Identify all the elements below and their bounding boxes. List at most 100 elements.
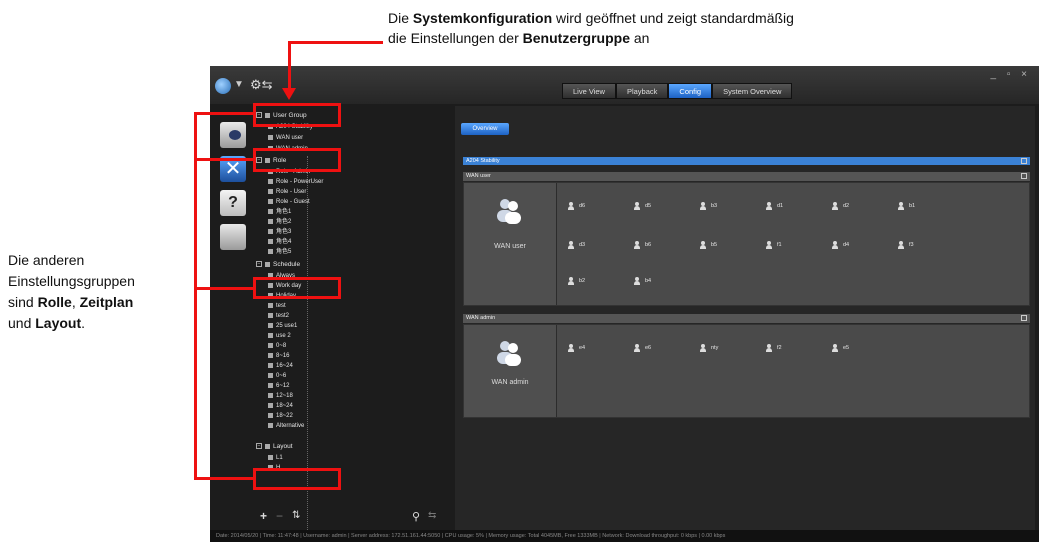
user-item[interactable]: f2 (766, 343, 782, 353)
user-item[interactable]: d2 (832, 201, 849, 211)
annotation-connector (288, 41, 291, 89)
user-item[interactable]: e4 (568, 343, 585, 353)
schedule-icon (268, 362, 273, 368)
tools-icon[interactable]: ⚙⇆ (250, 77, 273, 93)
tree-item[interactable]: Role - Guest (268, 197, 310, 207)
card-icon[interactable] (220, 224, 246, 250)
window-controls[interactable]: _ ▫ × (990, 69, 1031, 80)
add-icon[interactable]: + (260, 509, 267, 523)
overview-button[interactable]: Overview (461, 123, 509, 135)
tree-item[interactable]: WAN user (268, 133, 303, 143)
globe-icon[interactable] (215, 78, 231, 94)
tree-item[interactable]: use 2 (268, 331, 291, 341)
role-icon (268, 178, 273, 184)
tab-system-overview[interactable]: System Overview (712, 83, 793, 99)
user-item[interactable]: b1 (898, 201, 915, 211)
user-icon (898, 201, 904, 210)
tree-item[interactable]: 角色5 (268, 247, 291, 257)
tree-group-layout[interactable]: − Layout (256, 442, 293, 452)
chevron-down-icon[interactable]: ▼ (234, 79, 244, 90)
user-item[interactable]: d6 (568, 201, 585, 211)
user-icon (568, 201, 574, 210)
tree-item[interactable]: 12~18 (268, 391, 293, 401)
collapse-icon[interactable]: − (256, 443, 262, 450)
group-name: WAN admin (491, 379, 529, 386)
collapse-icon[interactable] (1021, 173, 1027, 179)
tree-item[interactable]: 25 use1 (268, 321, 297, 331)
schedule-icon (268, 392, 273, 398)
collapse-icon[interactable] (1021, 315, 1027, 321)
tab-live-view[interactable]: Live View (562, 83, 616, 99)
schedule-icon (268, 332, 273, 338)
user-icon (700, 240, 706, 249)
schedule-icon (268, 352, 273, 358)
sort-icon[interactable]: ⇅ (292, 510, 300, 521)
user-item[interactable]: d1 (766, 201, 783, 211)
tree-item[interactable]: test2 (268, 311, 289, 321)
schedule-icon (268, 312, 273, 318)
user-icon (700, 201, 706, 210)
left-icon-column: ✕ ? (210, 106, 250, 516)
section-header-wan-admin[interactable]: WAN admin (463, 314, 1030, 323)
user-item[interactable]: e6 (634, 343, 651, 353)
user-group-icon (497, 341, 521, 366)
tab-playback[interactable]: Playback (615, 83, 669, 99)
tab-config[interactable]: Config (668, 83, 713, 99)
tree-item[interactable]: 0~6 (268, 371, 286, 381)
group-header[interactable]: A204 Stability (463, 157, 1030, 165)
tree-item[interactable]: Alternative (268, 421, 304, 431)
config-main-panel: Overview A204 Stability WAN user WAN use… (455, 106, 1035, 536)
export-icon[interactable]: ⇆ (428, 510, 436, 521)
user-icon (568, 276, 574, 285)
user-item[interactable]: b3 (700, 201, 717, 211)
user-item[interactable]: b4 (634, 276, 651, 286)
highlight-user-group (253, 103, 341, 127)
tree-item[interactable]: 0~8 (268, 341, 286, 351)
tree-item[interactable]: 8~16 (268, 351, 290, 361)
user-item[interactable]: d3 (568, 240, 585, 250)
tree-item[interactable]: 6~12 (268, 381, 290, 391)
tree-item[interactable]: 18~22 (268, 411, 293, 421)
group-name: WAN user (494, 243, 526, 250)
help-icon[interactable]: ? (220, 190, 246, 216)
section-header-wan-user[interactable]: WAN user (463, 172, 1030, 181)
tree-item[interactable]: 角色3 (268, 227, 291, 237)
user-item[interactable]: b2 (568, 276, 585, 286)
group-card[interactable]: WAN user (464, 183, 557, 305)
user-item[interactable]: nty (700, 343, 718, 353)
tree-item[interactable]: Role - PowerUser (268, 177, 323, 187)
role-icon (268, 248, 273, 254)
camera-settings-icon[interactable] (220, 122, 246, 148)
schedule-icon (268, 402, 273, 408)
remove-icon[interactable]: − (276, 509, 283, 523)
user-item[interactable]: d4 (832, 240, 849, 250)
tree-item[interactable]: 18~24 (268, 401, 293, 411)
group-card[interactable]: WAN admin (464, 325, 557, 417)
tree-item[interactable]: 角色2 (268, 217, 291, 227)
collapse-icon[interactable]: − (256, 261, 262, 268)
annotation-bracket (194, 112, 197, 480)
tree-item[interactable]: L1 (268, 453, 283, 463)
tree-item[interactable]: test (268, 301, 286, 311)
collapse-icon[interactable] (1021, 158, 1027, 164)
user-item[interactable]: e5 (832, 343, 849, 353)
user-item[interactable]: b6 (634, 240, 651, 250)
user-item[interactable]: f1 (766, 240, 782, 250)
search-icon[interactable]: ⚲ (412, 510, 420, 523)
annotation-bold: Systemkonfiguration (412, 10, 553, 26)
layout-icon (268, 454, 273, 460)
tree-item[interactable]: Role - User (268, 187, 306, 197)
user-icon (766, 240, 772, 249)
tree-group-schedule[interactable]: − Schedule (256, 260, 300, 270)
schedule-icon (268, 342, 273, 348)
user-icon (898, 240, 904, 249)
annotation-bold: Benutzergruppe (522, 30, 630, 46)
user-item[interactable]: f3 (898, 240, 914, 250)
arrow-head-icon (282, 88, 296, 100)
user-icon (832, 240, 838, 249)
user-item[interactable]: b5 (700, 240, 717, 250)
user-item[interactable]: d5 (634, 201, 651, 211)
tree-item[interactable]: 16~24 (268, 361, 293, 371)
tree-item[interactable]: 角色1 (268, 207, 291, 217)
tree-item[interactable]: 角色4 (268, 237, 291, 247)
